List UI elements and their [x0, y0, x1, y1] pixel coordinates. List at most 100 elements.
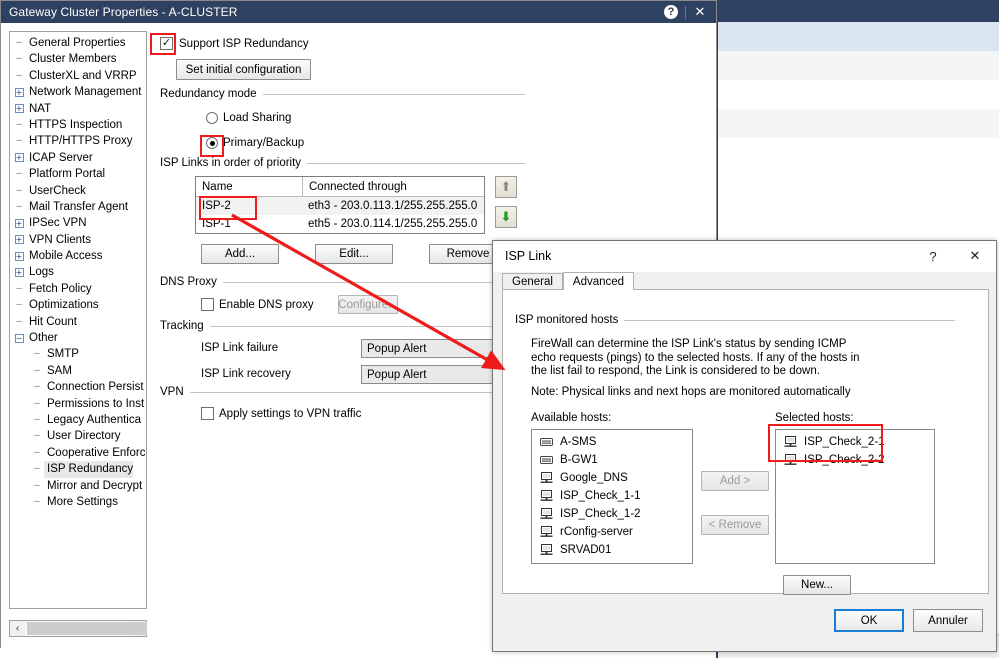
isp-link-close-button[interactable]: ✕	[954, 241, 996, 271]
list-item[interactable]: A-SMS	[532, 433, 692, 451]
sidebar-item-nat[interactable]: + NAT	[12, 101, 146, 117]
sidebar-item-label: Fetch Policy	[29, 282, 92, 295]
plus-glyph[interactable]: +	[14, 251, 24, 261]
list-item-label: B-GW1	[560, 454, 598, 466]
table-row[interactable]: ISP-2 eth3 - 203.0.113.1/255.255.255.0	[196, 197, 484, 215]
expand-plus-icon: +	[12, 235, 26, 245]
sidebar-item-https-inspection[interactable]: – HTTPS Inspection	[12, 117, 146, 133]
new-host-button[interactable]: New...	[783, 575, 851, 595]
isp-link-titlebar-buttons: ? ✕	[912, 241, 996, 271]
plus-glyph[interactable]: +	[14, 268, 24, 278]
sidebar-item-label: NAT	[29, 102, 52, 115]
ok-button[interactable]: OK	[834, 609, 904, 632]
plus-glyph[interactable]: +	[14, 104, 24, 114]
sidebar-item-user-directory[interactable]: – User Directory	[12, 428, 146, 444]
isp-links-table[interactable]: Name Connected through ISP-2 eth3 - 203.…	[195, 176, 485, 234]
move-down-button[interactable]: ⬇	[495, 206, 517, 228]
sidebar-item-optimizations[interactable]: – Optimizations	[12, 297, 146, 313]
list-item[interactable]: ISP_Check_2-1	[776, 433, 934, 451]
sidebar-item-http-https-proxy[interactable]: – HTTP/HTTPS Proxy	[12, 133, 146, 149]
settings-tree[interactable]: – General Properties – Cluster Members – Clus…	[9, 31, 147, 609]
available-hosts-label: Available hosts:	[531, 412, 612, 424]
sidebar-item-sam[interactable]: – SAM	[12, 363, 146, 379]
sidebar-item-cluster-members[interactable]: – Cluster Members	[12, 51, 146, 67]
cancel-button[interactable]: Annuler	[913, 609, 983, 632]
sidebar-item-mail-transfer-agent[interactable]: – Mail Transfer Agent	[12, 199, 146, 215]
set-initial-configuration-button[interactable]: Set initial configuration	[176, 59, 311, 80]
sidebar-item-platform-portal[interactable]: – Platform Portal	[12, 166, 146, 182]
isp-link-tabs[interactable]: General Advanced	[502, 272, 635, 290]
sidebar-item-network-management[interactable]: + Network Management	[12, 84, 146, 100]
gateway-icon	[539, 454, 553, 466]
sidebar-item-other[interactable]: − Other	[12, 330, 146, 346]
available-hosts-listbox[interactable]: A-SMS B-GW1 Google_DNS ISP_Check_1-1 ISP_Che…	[531, 429, 693, 564]
load-sharing-row[interactable]: Load Sharing	[206, 112, 291, 124]
sidebar-item-general-properties[interactable]: – General Properties	[12, 35, 146, 51]
column-header-connected-through: Connected through	[309, 180, 407, 193]
sidebar-item-ipsec-vpn[interactable]: + IPSec VPN	[12, 215, 146, 231]
load-sharing-radio[interactable]	[206, 112, 218, 124]
list-item[interactable]: SRVAD01	[532, 541, 692, 559]
scrollbar-track[interactable]	[25, 621, 147, 636]
sidebar-item-hit-count[interactable]: – Hit Count	[12, 314, 146, 330]
enable-dns-proxy-row[interactable]: Enable DNS proxy	[201, 298, 314, 311]
settings-tree-list: – General Properties – Cluster Members – Clus…	[10, 32, 146, 510]
list-item[interactable]: ISP_Check_2-2	[776, 451, 934, 469]
add-isp-link-button[interactable]: Add...	[201, 244, 279, 264]
tab-advanced[interactable]: Advanced	[562, 272, 635, 290]
help-button[interactable]: ?	[659, 1, 683, 23]
sidebar-item-connection-persist[interactable]: – Connection Persist	[12, 379, 146, 395]
apply-settings-to-vpn-checkbox[interactable]	[201, 407, 214, 420]
primary-backup-radio[interactable]	[206, 137, 218, 149]
enable-dns-proxy-checkbox[interactable]	[201, 298, 214, 311]
sidebar-item-legacy-authentica[interactable]: – Legacy Authentica	[12, 412, 146, 428]
sidebar-item-usercheck[interactable]: – UserCheck	[12, 183, 146, 199]
apply-settings-to-vpn-row[interactable]: Apply settings to VPN traffic	[201, 407, 361, 420]
tree-leaf-icon: –	[30, 396, 44, 412]
sidebar-item-clusterxl-and-vrrp[interactable]: – ClusterXL and VRRP	[12, 68, 146, 84]
support-isp-redundancy-checkbox[interactable]: ✓	[160, 37, 173, 50]
list-item[interactable]: ISP_Check_1-1	[532, 487, 692, 505]
sidebar-item-mirror-and-decrypt[interactable]: – Mirror and Decrypt	[12, 478, 146, 494]
expand-plus-icon: +	[12, 153, 26, 163]
selected-hosts-listbox[interactable]: ISP_Check_2-1 ISP_Check_2-2	[775, 429, 935, 564]
close-button[interactable]: ✕	[688, 1, 712, 23]
isp-link-help-button[interactable]: ?	[912, 241, 954, 271]
sidebar-item-cooperative-enforc[interactable]: – Cooperative Enforc	[12, 445, 146, 461]
list-item[interactable]: rConfig-server	[532, 523, 692, 541]
table-row[interactable]: ISP-1 eth5 - 203.0.114.1/255.255.255.0	[196, 215, 484, 233]
tab-general[interactable]: General	[502, 273, 563, 290]
list-item-label: rConfig-server	[560, 526, 633, 538]
isp-link-failure-value: Popup Alert	[367, 342, 427, 355]
help-icon: ?	[929, 248, 937, 264]
sidebar-item-fetch-policy[interactable]: – Fetch Policy	[12, 281, 146, 297]
list-item[interactable]: ISP_Check_1-2	[532, 505, 692, 523]
minus-glyph[interactable]: −	[14, 333, 24, 343]
sidebar-item-logs[interactable]: + Logs	[12, 264, 146, 280]
plus-glyph[interactable]: +	[14, 218, 24, 228]
sidebar-item-isp-redundancy[interactable]: – ISP Redundancy	[12, 461, 146, 478]
sidebar-item-icap-server[interactable]: + ICAP Server	[12, 150, 146, 166]
configure-dns-proxy-button: Configure...	[338, 295, 398, 314]
plus-glyph[interactable]: +	[14, 235, 24, 245]
sidebar-item-smtp[interactable]: – SMTP	[12, 346, 146, 362]
scroll-left-icon[interactable]: ‹	[10, 621, 25, 636]
support-isp-redundancy-row[interactable]: ✓ Support ISP Redundancy	[160, 37, 309, 50]
sidebar-horizontal-scrollbar[interactable]: ‹ ›	[9, 620, 147, 637]
plus-glyph[interactable]: +	[14, 87, 24, 97]
tree-leaf-icon: –	[12, 68, 26, 84]
sidebar-item-vpn-clients[interactable]: + VPN Clients	[12, 232, 146, 248]
tree-leaf-icon: –	[12, 166, 26, 182]
sidebar-item-mobile-access[interactable]: + Mobile Access	[12, 248, 146, 264]
plus-glyph[interactable]: +	[14, 153, 24, 163]
list-item[interactable]: Google_DNS	[532, 469, 692, 487]
edit-isp-link-button[interactable]: Edit...	[315, 244, 393, 264]
primary-backup-row[interactable]: Primary/Backup	[206, 137, 304, 149]
list-item[interactable]: B-GW1	[532, 451, 692, 469]
scrollbar-thumb[interactable]	[27, 622, 147, 635]
sidebar-item-more-settings[interactable]: – More Settings	[12, 494, 146, 510]
isp-link-recovery-select[interactable]: Popup Alert	[361, 365, 506, 384]
move-up-button[interactable]: ⬆	[495, 176, 517, 198]
isp-link-failure-select[interactable]: Popup Alert	[361, 339, 506, 358]
sidebar-item-permissions-to-inst[interactable]: – Permissions to Inst	[12, 396, 146, 412]
